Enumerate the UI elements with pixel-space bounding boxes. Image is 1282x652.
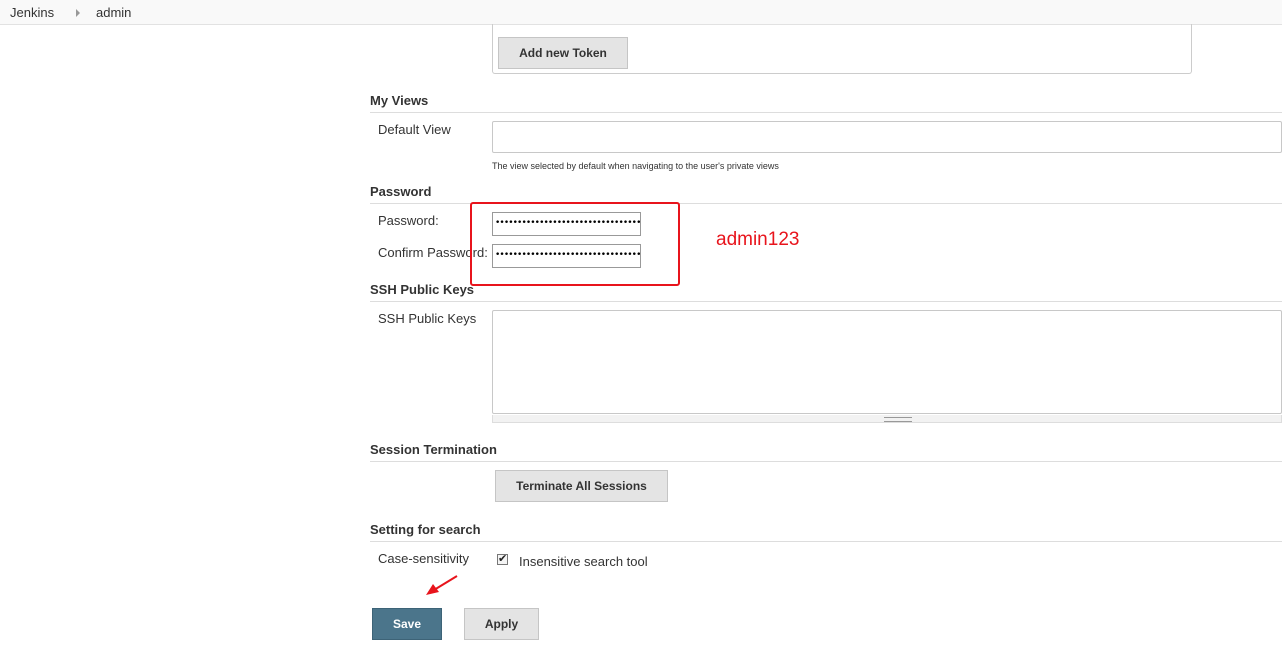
annotation-arrow-icon <box>426 575 458 595</box>
textarea-resize-handle[interactable] <box>492 415 1282 423</box>
search-settings-section-header: Setting for search <box>370 522 1282 542</box>
ssh-section-header: SSH Public Keys <box>370 282 1282 302</box>
my-views-section-header: My Views <box>370 93 1282 113</box>
insensitive-search-label[interactable]: Insensitive search tool <box>519 554 648 569</box>
breadcrumb: Jenkins admin <box>0 0 1282 25</box>
insensitive-search-checkbox[interactable]: ✔ <box>497 553 508 565</box>
breadcrumb-item-jenkins[interactable]: Jenkins <box>10 5 54 20</box>
case-sensitivity-label: Case-sensitivity <box>378 551 470 566</box>
default-view-help-text: The view selected by default when naviga… <box>492 161 779 171</box>
default-view-input[interactable] <box>492 121 1282 153</box>
password-label: Password: <box>378 213 439 228</box>
password-section-header: Password <box>370 184 1282 204</box>
ssh-public-keys-label: SSH Public Keys <box>378 311 477 326</box>
grip-icon <box>884 417 912 422</box>
annotation-highlight-box <box>470 202 680 286</box>
session-termination-section-header: Session Termination <box>370 442 1282 462</box>
save-button[interactable]: Save <box>372 608 442 640</box>
breadcrumb-item-admin[interactable]: admin <box>96 5 131 20</box>
chevron-right-icon <box>76 9 80 17</box>
apply-button[interactable]: Apply <box>464 608 539 640</box>
checkmark-icon: ✔ <box>498 553 508 565</box>
add-new-token-button[interactable]: Add new Token <box>498 37 628 69</box>
annotation-note: admin123 <box>716 229 800 250</box>
default-view-label: Default View <box>378 122 451 137</box>
ssh-public-keys-textarea[interactable] <box>492 310 1282 414</box>
terminate-all-sessions-button[interactable]: Terminate All Sessions <box>495 470 668 502</box>
